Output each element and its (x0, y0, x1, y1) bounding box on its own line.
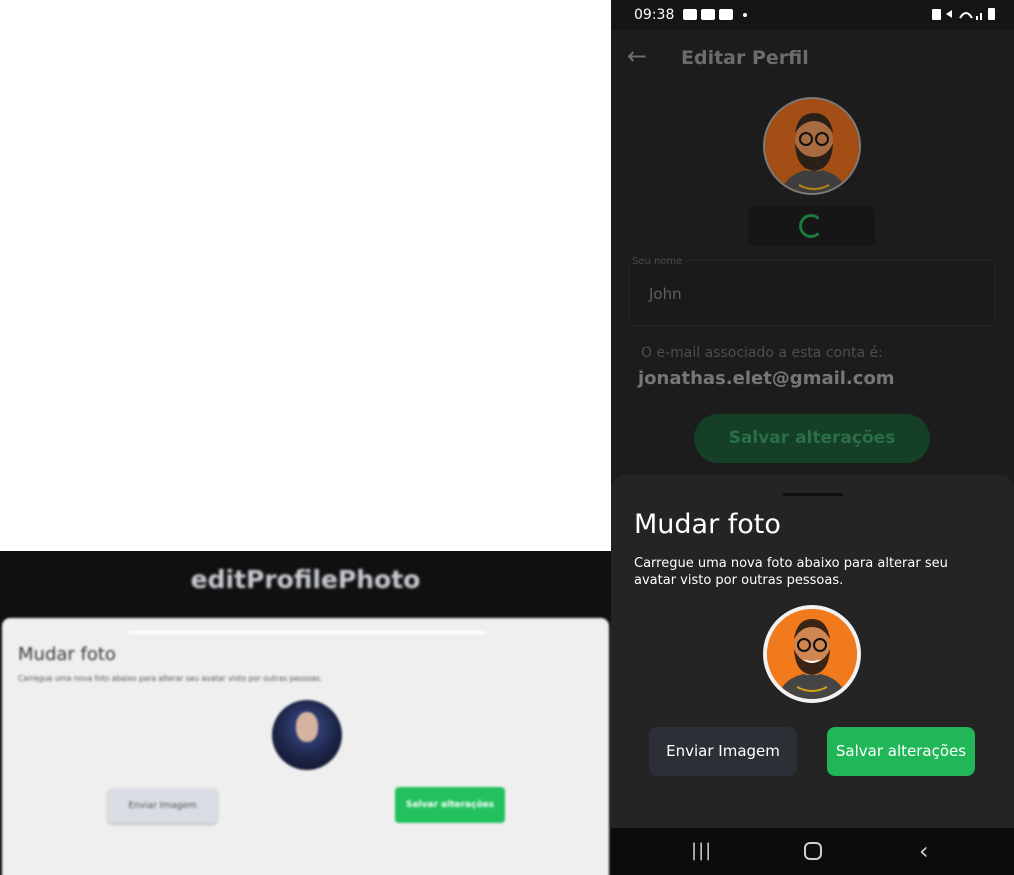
youtube-icon (701, 9, 715, 20)
avatar-illustration (767, 609, 857, 699)
sheet-subtitle: Carregue uma nova foto abaixo para alter… (634, 556, 948, 588)
profile-avatar[interactable] (763, 97, 861, 195)
back-arrow-icon[interactable]: ← (627, 42, 647, 70)
mockup-sheet: Mudar foto Carregue uma nova foto abaixo… (2, 618, 609, 875)
upload-progress (748, 206, 875, 246)
email-value: jonathas.elet@gmail.com (638, 368, 895, 389)
recent-apps-icon[interactable]: ||| (691, 840, 712, 861)
status-notification-icons (683, 9, 747, 20)
status-bar: 09:38 (611, 0, 1014, 30)
email-label: O e-mail associado a esta conta é: (641, 345, 883, 361)
save-changes-button-background: Salvar alterações (694, 414, 930, 463)
status-time: 09:38 (634, 7, 675, 23)
mockup-avatar-face (296, 712, 318, 742)
youtube-icon (719, 9, 733, 20)
mockup-avatar (272, 700, 342, 770)
mockup-title: editProfilePhoto (190, 565, 421, 594)
change-photo-bottom-sheet: Mudar foto Carregue uma nova foto abaixo… (611, 475, 1014, 828)
new-avatar-preview (763, 605, 861, 703)
mockup-sheet-handle (128, 631, 486, 634)
home-icon[interactable] (804, 842, 822, 860)
nav-back-icon[interactable]: ‹ (919, 837, 929, 865)
sheet-title: Mudar foto (634, 509, 781, 540)
mockup-send-image-button: Enviar Imagem (108, 789, 217, 823)
sheet-drag-handle[interactable] (782, 493, 843, 496)
mockup-panel: editProfilePhoto Mudar foto Carregue uma… (0, 551, 611, 875)
more-notifications-icon (743, 12, 747, 17)
name-field[interactable] (629, 260, 995, 326)
status-system-icons (930, 6, 1000, 25)
avatar-illustration (765, 99, 859, 193)
mockup-save-button: Salvar alterações (395, 787, 505, 823)
app-header: ← Editar Perfil (611, 30, 1014, 90)
canvas: editProfilePhoto Mudar foto Carregue uma… (0, 0, 1014, 875)
name-field-value[interactable]: John (649, 285, 682, 303)
page-title: Editar Perfil (681, 47, 809, 69)
mockup-sheet-title: Mudar foto (18, 644, 116, 665)
wifi-icon (932, 8, 995, 20)
phone-screen: 09:38 ← Editar Perfil Seu nome John O e-… (611, 0, 1014, 875)
mockup-sheet-subtitle: Carregue uma nova foto abaixo para alter… (18, 674, 323, 683)
send-image-button[interactable]: Enviar Imagem (649, 727, 797, 776)
android-nav-bar: ||| ‹ (611, 828, 1014, 875)
save-changes-button[interactable]: Salvar alterações (827, 727, 975, 776)
name-field-label: Seu nome (630, 256, 685, 267)
loading-spinner-icon (799, 214, 823, 238)
gallery-icon (683, 9, 697, 20)
